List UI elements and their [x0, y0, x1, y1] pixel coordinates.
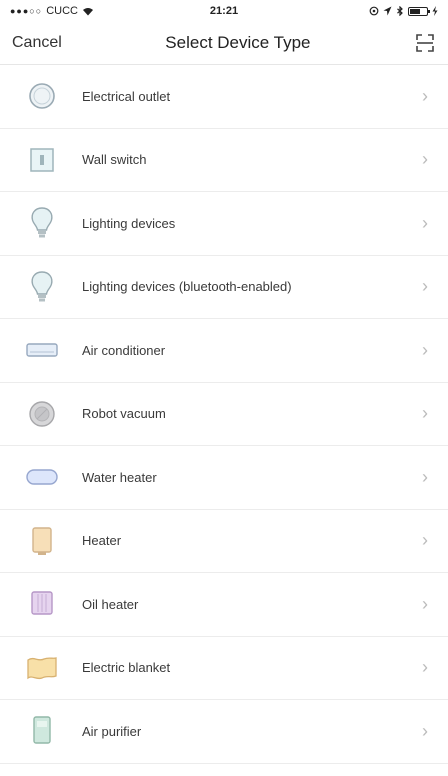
- device-type-row[interactable]: Heater ›: [0, 510, 448, 573]
- device-type-row[interactable]: Oil heater ›: [0, 573, 448, 637]
- device-type-label: Electric blanket: [82, 660, 171, 676]
- status-bar: ●●●○○ CUCC 21:21: [0, 0, 448, 22]
- wall-switch-icon: [24, 142, 60, 178]
- signal-strength: ●●●○○: [10, 6, 43, 16]
- charging-icon: [432, 6, 438, 16]
- scan-button[interactable]: [414, 32, 436, 54]
- device-type-label: Lighting devices (bluetooth-enabled): [82, 279, 292, 295]
- device-type-row[interactable]: Lighting devices ›: [0, 192, 448, 256]
- device-type-row[interactable]: Robot vacuum ›: [0, 383, 448, 446]
- device-type-label: Air purifier: [82, 723, 142, 739]
- chevron-right-icon: ›: [422, 212, 428, 233]
- bluetooth-icon: [397, 6, 403, 16]
- light-bulb-icon: [24, 205, 60, 241]
- device-type-label: Water heater: [82, 469, 157, 485]
- carrier-name: CUCC: [46, 5, 78, 17]
- page-title: Select Device Type: [165, 33, 311, 52]
- status-left: ●●●○○ CUCC: [10, 5, 130, 17]
- chevron-right-icon: ›: [422, 149, 428, 170]
- device-type-label: Wall switch: [82, 152, 147, 168]
- device-type-label: Lighting devices: [82, 215, 176, 231]
- oil-heater-icon: [24, 586, 60, 622]
- chevron-right-icon: ›: [422, 530, 428, 551]
- electric-blanket-icon: [24, 650, 60, 686]
- cancel-button[interactable]: Cancel: [12, 34, 62, 52]
- device-type-label: Oil heater: [82, 596, 139, 612]
- device-type-row[interactable]: Electric blanket ›: [0, 637, 448, 700]
- chevron-right-icon: ›: [422, 720, 428, 741]
- light-bulb-icon: [24, 269, 60, 305]
- chevron-right-icon: ›: [422, 85, 428, 106]
- device-type-row[interactable]: Electrical outlet ›: [0, 65, 448, 129]
- lock-rotation-icon: [369, 6, 379, 16]
- device-type-row[interactable]: Air purifier ›: [0, 700, 448, 764]
- scan-icon: [416, 34, 434, 52]
- device-type-row[interactable]: Air conditioner ›: [0, 319, 448, 383]
- device-type-label: Heater: [82, 533, 122, 549]
- water-heater-icon: [24, 459, 60, 495]
- navigation-bar: Cancel Select Device Type: [0, 22, 448, 65]
- device-type-list: Electrical outlet › Wall switch › Lighting d…: [0, 65, 448, 764]
- wifi-icon: [82, 7, 93, 15]
- device-type-label: Electrical outlet: [82, 88, 171, 104]
- device-type-row[interactable]: Lighting devices (bluetooth-enabled) ›: [0, 256, 448, 319]
- chevron-right-icon: ›: [422, 657, 428, 678]
- robot-vacuum-icon: [24, 396, 60, 432]
- location-icon: [383, 6, 392, 16]
- chevron-right-icon: ›: [422, 593, 428, 614]
- air-purifier-icon: [24, 713, 60, 749]
- outlet-icon: [24, 78, 60, 114]
- device-type-label: Robot vacuum: [82, 406, 166, 422]
- status-right: [318, 6, 438, 16]
- chevron-right-icon: ›: [422, 403, 428, 424]
- device-type-row[interactable]: Wall switch ›: [0, 129, 448, 192]
- air-conditioner-icon: [24, 332, 60, 368]
- chevron-right-icon: ›: [422, 466, 428, 487]
- device-type-label: Air conditioner: [82, 342, 166, 358]
- chevron-right-icon: ›: [422, 276, 428, 297]
- battery-icon: [407, 6, 430, 16]
- device-type-row[interactable]: Water heater ›: [0, 446, 448, 510]
- heater-icon: [24, 523, 60, 559]
- status-time: 21:21: [209, 5, 239, 17]
- chevron-right-icon: ›: [422, 339, 428, 360]
